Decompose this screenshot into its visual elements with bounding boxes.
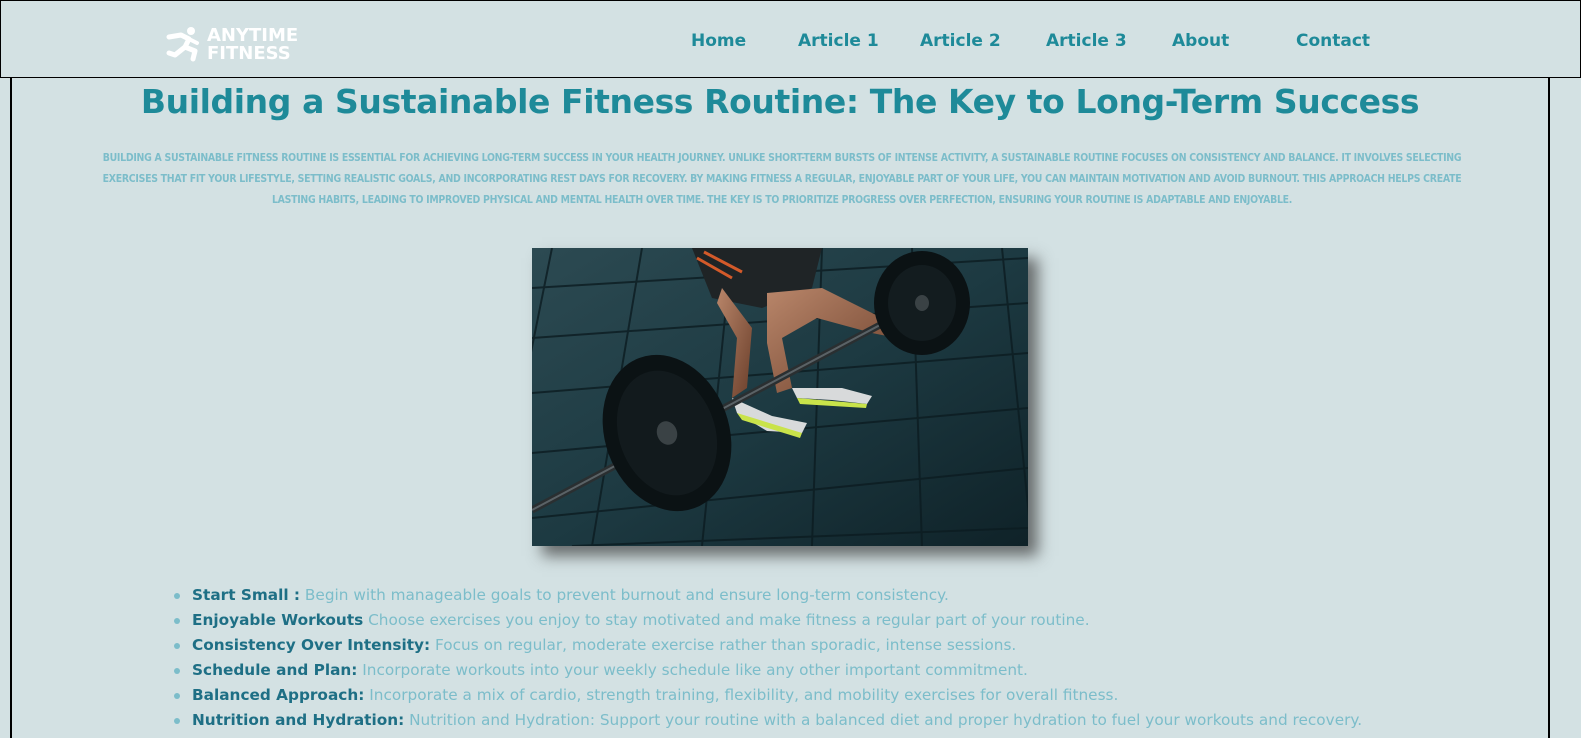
list-item: Balanced Approach: Incorporate a mix of … bbox=[174, 683, 1362, 708]
article-intro: Building a sustainable fitness routine i… bbox=[102, 153, 1462, 206]
tip-text: Nutrition and Hydration: Support your ro… bbox=[409, 711, 1363, 729]
nav-article-3[interactable]: Article 3 bbox=[1046, 31, 1127, 51]
list-item: Enjoyable Workouts Choose exercises you … bbox=[174, 608, 1362, 633]
running-man-icon bbox=[166, 27, 199, 62]
list-item: Consistency Over Intensity: Focus on reg… bbox=[174, 633, 1362, 658]
brand-logo[interactable]: ANYTIME FITNESS bbox=[165, 25, 325, 65]
tip-label: Nutrition and Hydration: bbox=[192, 711, 405, 729]
bullet-icon bbox=[174, 718, 180, 724]
tip-text: Incorporate a mix of cardio, strength tr… bbox=[369, 686, 1119, 704]
article-title: Building a Sustainable Fitness Routine: … bbox=[140, 82, 1420, 121]
tip-label: Schedule and Plan: bbox=[192, 661, 358, 679]
tip-label: Consistency Over Intensity: bbox=[192, 636, 431, 654]
site-header: ANYTIME FITNESS Home Article 1 Article 2… bbox=[0, 0, 1581, 78]
bullet-icon bbox=[174, 668, 180, 674]
list-item: Start Small : Begin with manageable goal… bbox=[174, 583, 1362, 608]
tips-list: Start Small : Begin with manageable goal… bbox=[162, 583, 1362, 733]
list-item: Schedule and Plan: Incorporate workouts … bbox=[174, 658, 1362, 683]
tip-text: Choose exercises you enjoy to stay motiv… bbox=[368, 611, 1090, 629]
nav-about[interactable]: About bbox=[1172, 31, 1229, 51]
tip-text: Begin with manageable goals to prevent b… bbox=[304, 586, 949, 604]
barbell-deadlift-photo bbox=[532, 248, 1028, 546]
hero-image bbox=[532, 248, 1028, 546]
bullet-icon bbox=[174, 593, 180, 599]
tip-text: Incorporate workouts into your weekly sc… bbox=[362, 661, 1028, 679]
nav-article-2[interactable]: Article 2 bbox=[920, 31, 1001, 51]
tip-label: Start Small : bbox=[192, 586, 301, 604]
article-content: Building a Sustainable Fitness Routine: … bbox=[10, 78, 1550, 738]
nav-article-1[interactable]: Article 1 bbox=[798, 31, 879, 51]
tip-text: Focus on regular, moderate exercise rath… bbox=[435, 636, 1017, 654]
bullet-icon bbox=[174, 618, 180, 624]
list-item: Nutrition and Hydration: Nutrition and H… bbox=[174, 708, 1363, 733]
bullet-icon bbox=[174, 693, 180, 699]
brand-line2: FITNESS bbox=[207, 43, 291, 64]
nav-home[interactable]: Home bbox=[691, 31, 746, 51]
bullet-icon bbox=[174, 643, 180, 649]
tip-label: Balanced Approach: bbox=[192, 686, 365, 704]
tip-label: Enjoyable Workouts bbox=[192, 611, 364, 629]
nav-contact[interactable]: Contact bbox=[1296, 31, 1370, 51]
